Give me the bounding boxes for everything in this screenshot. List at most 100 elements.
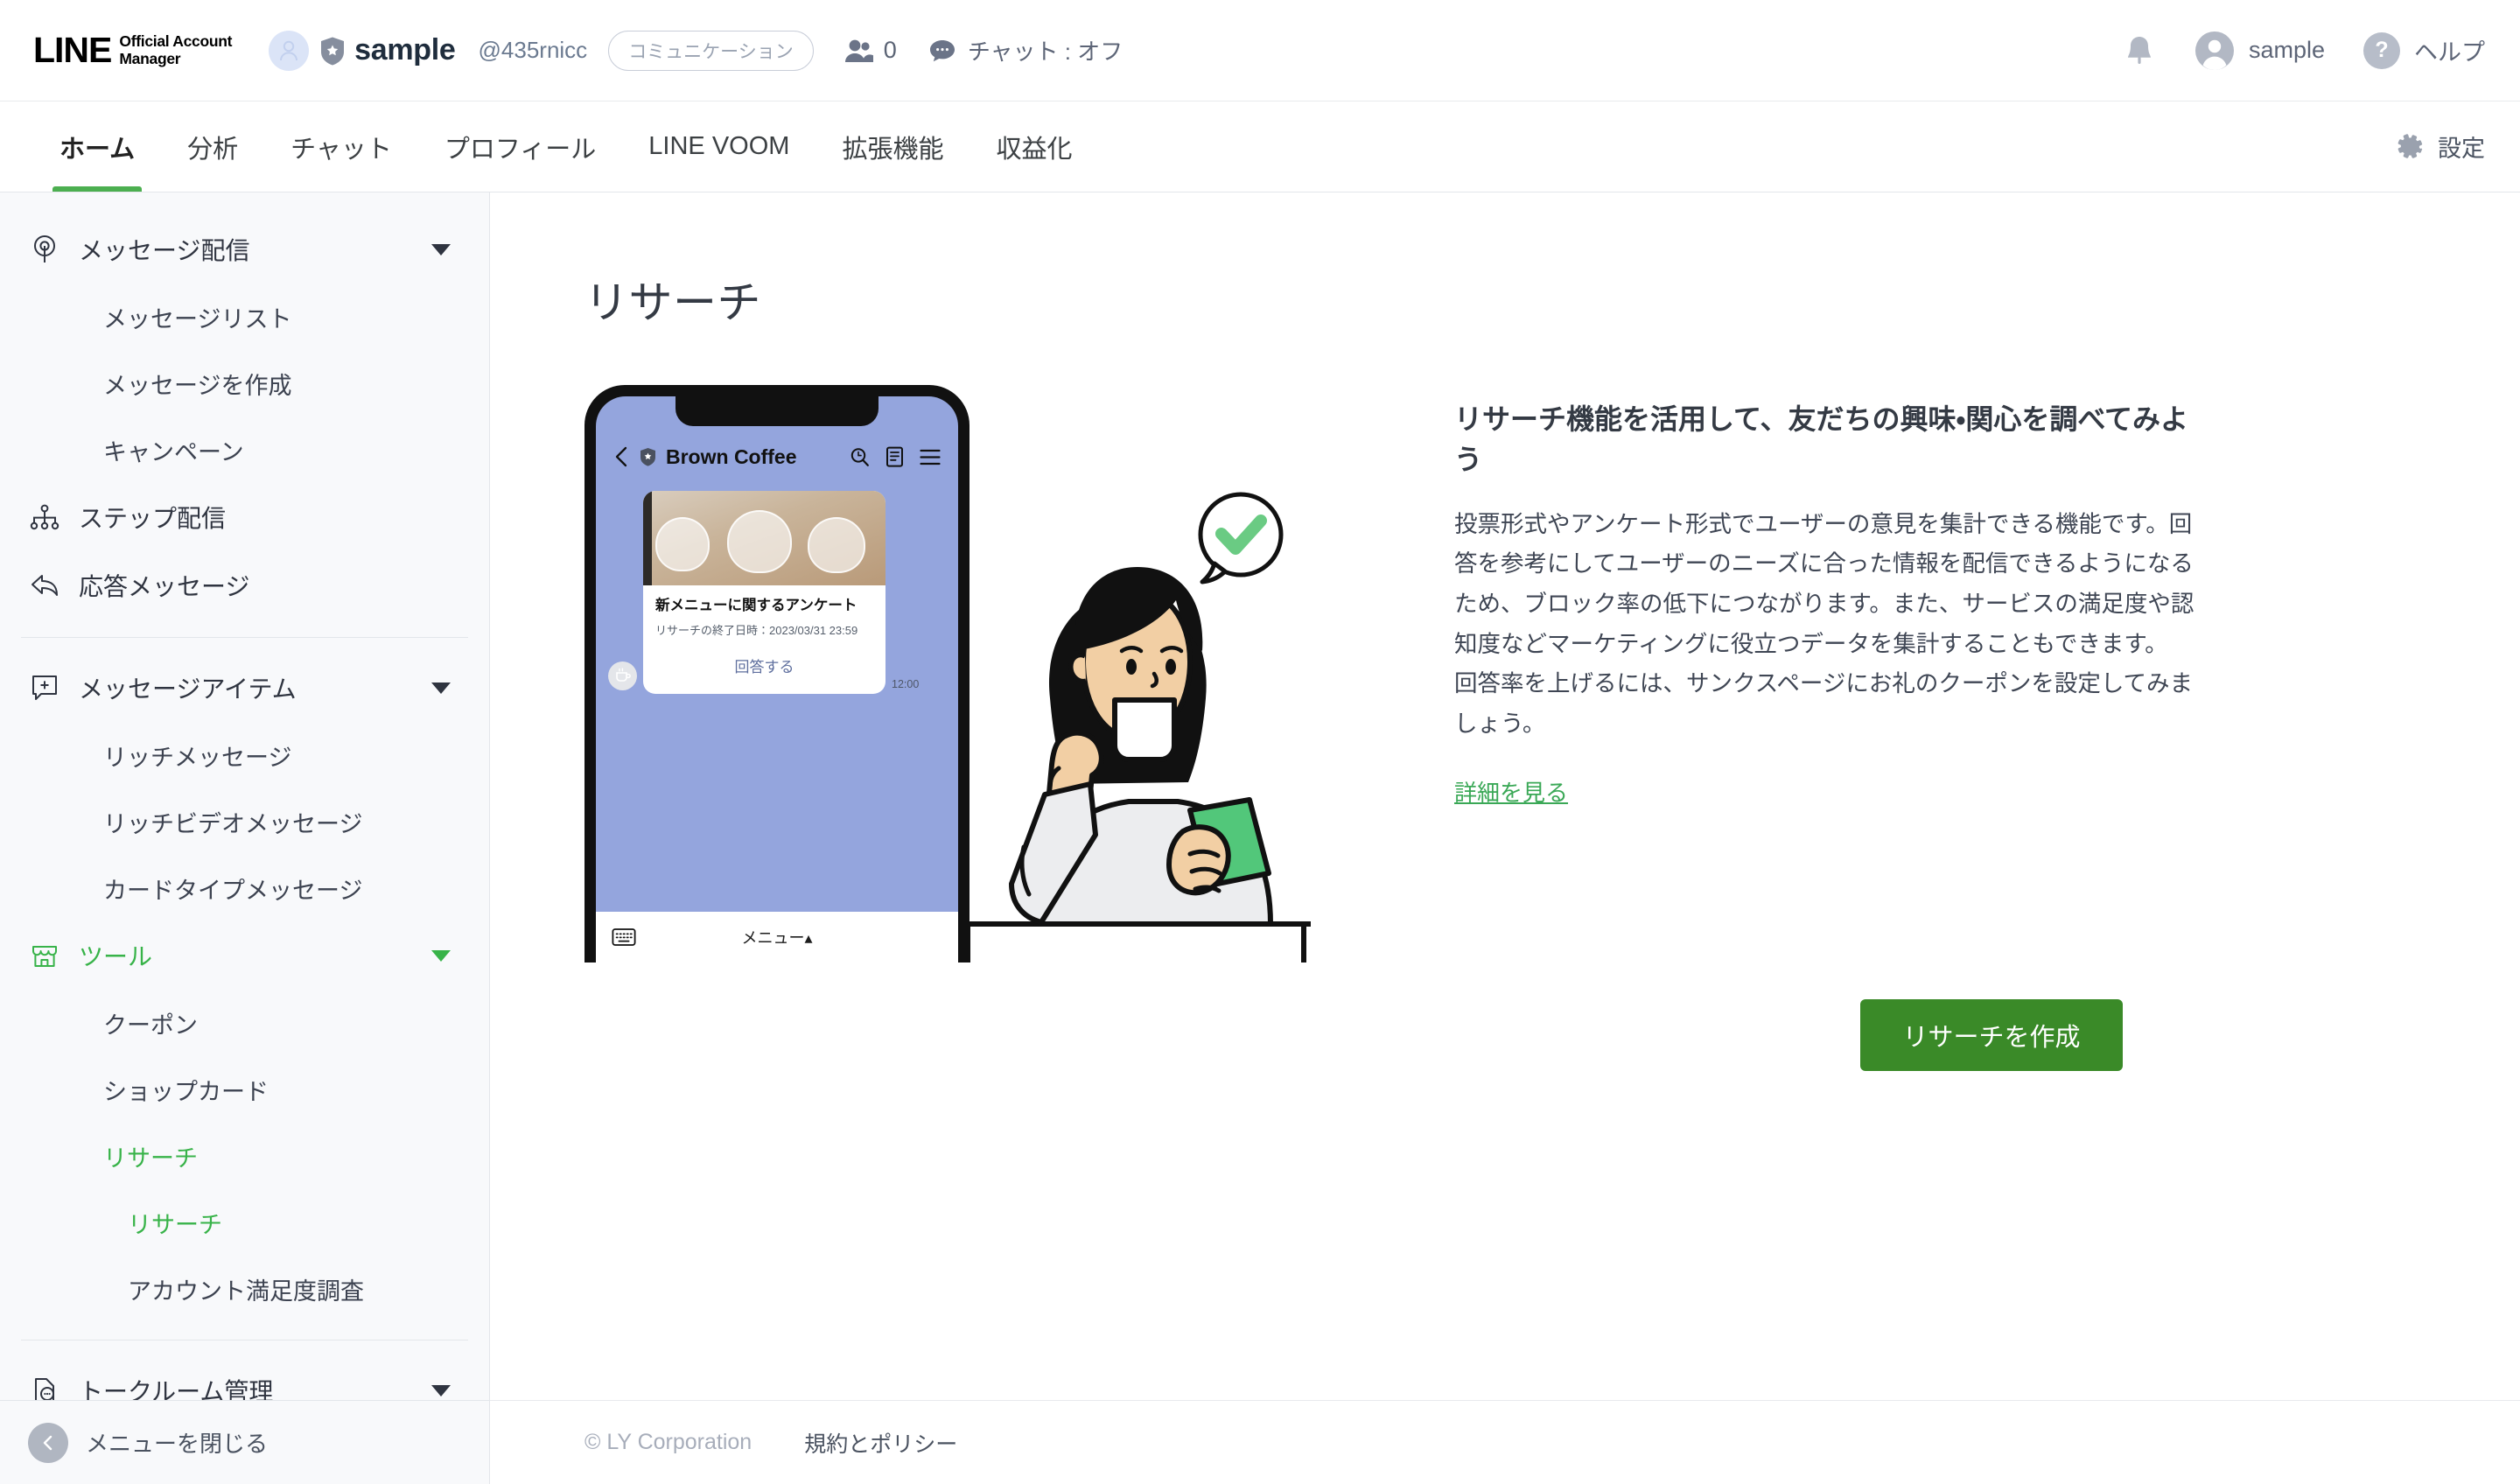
gear-icon [2398, 133, 2423, 158]
chevron-down-icon [431, 243, 451, 256]
main-inner: リサーチ Brown Coffee 新メニューに関するアンケート リサーチの終了… [490, 192, 2520, 1400]
person-avatar-icon [280, 40, 298, 60]
logo-sub-line2: Manager [119, 49, 181, 67]
friend-count[interactable]: 0 [844, 37, 897, 64]
phone-chat-body: 新メニューに関するアンケート リサーチの終了日時：2023/03/31 23:5… [596, 484, 958, 694]
sidebar-item-research-label: リサーチ [103, 1144, 198, 1172]
sidebar-item-message-items[interactable]: メッセージアイテム [0, 654, 489, 722]
cta-area: リサーチを作成 [584, 999, 2520, 1071]
phone-message-row: 新メニューに関するアンケート リサーチの終了日時：2023/03/31 23:5… [608, 491, 946, 694]
person-avatar-icon [2194, 31, 2234, 70]
settings-label: 設定 [2438, 136, 2485, 162]
sidebar-item-card-type-message[interactable]: カードタイプメッセージ [0, 855, 489, 921]
create-research-button[interactable]: リサーチを作成 [1860, 999, 2123, 1071]
logo-sub-text: Official Account Manager [119, 32, 232, 67]
sidebar-item-shop-card-label: ショップカード [103, 1078, 269, 1105]
phone-screen: Brown Coffee 新メニューに関するアンケート リサーチの終了日時：20… [596, 396, 958, 962]
sidebar-item-rich-video-message[interactable]: リッチビデオメッセージ [0, 788, 489, 855]
tab-home[interactable]: ホーム [33, 102, 161, 192]
phone-chat-header-icons [850, 446, 941, 467]
phone-bottom-bar: メニュー▴ [596, 912, 958, 962]
sidebar-item-campaign-label: キャンペーン [103, 438, 244, 466]
sidebar-group-message-items: メッセージアイテム リッチメッセージ リッチビデオメッセージ カードタイプメッセ… [0, 654, 489, 921]
tab-monetization-label: 収益化 [996, 135, 1073, 164]
app-logo[interactable]: LINE Official Account Manager [33, 32, 232, 68]
sidebar-item-coupon[interactable]: クーポン [0, 990, 489, 1056]
page-footer: © LY Corporation 規約とポリシー [490, 1400, 2520, 1484]
chevron-down-icon [431, 949, 451, 962]
main-content: リサーチ Brown Coffee 新メニューに関するアンケート リサーチの終了… [490, 192, 2520, 1484]
main-navigation: ホーム 分析 チャット プロフィール LINE VOOM 拡張機能 収益化 設定 [0, 102, 2520, 192]
illustration-woman-drinking-coffee [961, 492, 1311, 962]
survey-answer-button[interactable]: 回答する [655, 654, 873, 680]
shield-star-icon [321, 37, 345, 65]
logo-line-text: LINE [33, 30, 112, 70]
sidebar-item-message-items-label: メッセージアイテム [79, 676, 297, 703]
sidebar-item-account-satisfaction-survey[interactable]: アカウント満足度調査 [0, 1256, 489, 1322]
sidebar-item-step-delivery[interactable]: ステップ配信 [0, 483, 489, 551]
sidebar-item-message-list[interactable]: メッセージリスト [0, 284, 489, 350]
tab-extensions[interactable]: 拡張機能 [816, 102, 970, 192]
nav-tab-list: ホーム 分析 チャット プロフィール LINE VOOM 拡張機能 収益化 [33, 102, 1098, 192]
sidebar-item-step-delivery-label: ステップ配信 [79, 505, 227, 532]
sidebar-item-campaign[interactable]: キャンペーン [0, 416, 489, 483]
terms-and-policy-link[interactable]: 規約とポリシー [804, 1427, 957, 1459]
user-menu[interactable]: sample [2194, 31, 2325, 70]
add-message-icon [28, 671, 61, 704]
survey-message-bubble[interactable]: 新メニューに関するアンケート リサーチの終了日時：2023/03/31 23:5… [643, 491, 886, 694]
collapse-menu-button[interactable]: メニューを閉じる [0, 1400, 489, 1484]
account-info[interactable]: sample @435rnicc コミュニケーション 0 チャット : オフ [269, 30, 1123, 71]
table-legs [965, 924, 1306, 962]
sidebar-item-tools[interactable]: ツール [0, 921, 489, 990]
learn-more-link[interactable]: 詳細を見る [1454, 775, 1568, 808]
promo-heading: リサーチ機能を活用して、友だちの興味・関心を調べてみよう [1454, 403, 2189, 476]
sidebar-item-auto-reply[interactable]: 応答メッセージ [0, 551, 489, 620]
sidebar-item-shop-card[interactable]: ショップカード [0, 1056, 489, 1123]
sidebar-item-broadcast[interactable]: メッセージ配信 [0, 215, 489, 284]
tab-profile-label: プロフィール [444, 135, 597, 164]
eye-left [1126, 659, 1137, 675]
phone-notch [676, 396, 878, 426]
tab-line-voom[interactable]: LINE VOOM [622, 102, 816, 192]
phone-menu-label[interactable]: メニュー▴ [612, 926, 942, 948]
check-bubble [1198, 492, 1284, 584]
sidebar-item-coupon-label: クーポン [103, 1012, 198, 1039]
sidebar-item-research-sub[interactable]: リサーチ [0, 1189, 489, 1256]
help-label: ヘルプ [2414, 39, 2485, 66]
sidebar-divider-1 [21, 637, 468, 638]
phone-preview: Brown Coffee 新メニューに関するアンケート リサーチの終了日時：20… [584, 385, 970, 962]
tab-chat[interactable]: チャット [264, 102, 418, 192]
hamburger-menu-icon[interactable] [920, 449, 941, 466]
phone-chat-header: Brown Coffee [596, 430, 958, 484]
chevron-left-icon[interactable] [613, 446, 630, 467]
promo-body: 投票形式やアンケート形式でユーザーの意見を集計できる機能です。回答を参考にしてユ… [1454, 510, 2194, 737]
chat-bubble-icon [929, 39, 955, 61]
survey-deadline: リサーチの終了日時：2023/03/31 23:59 [655, 623, 858, 637]
sidebar-item-rich-message[interactable]: リッチメッセージ [0, 722, 489, 788]
help-button[interactable]: ? ヘルプ [2363, 32, 2485, 69]
chevron-left-icon [28, 1422, 68, 1463]
question-mark-icon: ? [2363, 32, 2400, 69]
settings-button[interactable]: 設定 [2397, 102, 2485, 192]
tab-monetization[interactable]: 収益化 [970, 102, 1098, 192]
page-shell: メッセージ配信 メッセージリスト メッセージを作成 キャンペーン ステップ配信 [0, 192, 2520, 1484]
tab-profile[interactable]: プロフィール [418, 102, 622, 192]
sidebar-item-research[interactable]: リサーチ [0, 1123, 489, 1189]
sidebar-item-create-message-label: メッセージを作成 [103, 372, 292, 399]
broadcast-icon [28, 233, 61, 266]
tab-chat-label: チャット [290, 135, 392, 164]
promo-illustration-area: Brown Coffee 新メニューに関するアンケート リサーチの終了日時：20… [584, 385, 1390, 962]
sidebar-item-rich-video-message-label: リッチビデオメッセージ [103, 810, 363, 837]
note-icon[interactable] [886, 446, 904, 467]
page-title: リサーチ [584, 278, 761, 327]
sidebar-item-create-message[interactable]: メッセージを作成 [0, 350, 489, 416]
chat-status[interactable]: チャット : オフ [928, 34, 1123, 66]
sidebar-group-tools: ツール クーポン ショップカード リサーチ リサーチ アカウント満足度調査 [0, 921, 489, 1322]
search-icon[interactable] [850, 447, 870, 467]
sidebar-item-broadcast-label: メッセージ配信 [79, 237, 250, 264]
tab-analytics[interactable]: 分析 [161, 102, 264, 192]
survey-image [643, 491, 886, 585]
top-header: LINE Official Account Manager sample @43… [0, 0, 2520, 102]
promo-text-area: リサーチ機能を活用して、友だちの興味・関心を調べてみよう 投票形式やアンケート形… [1390, 385, 2194, 962]
notifications-button[interactable] [2124, 33, 2155, 68]
